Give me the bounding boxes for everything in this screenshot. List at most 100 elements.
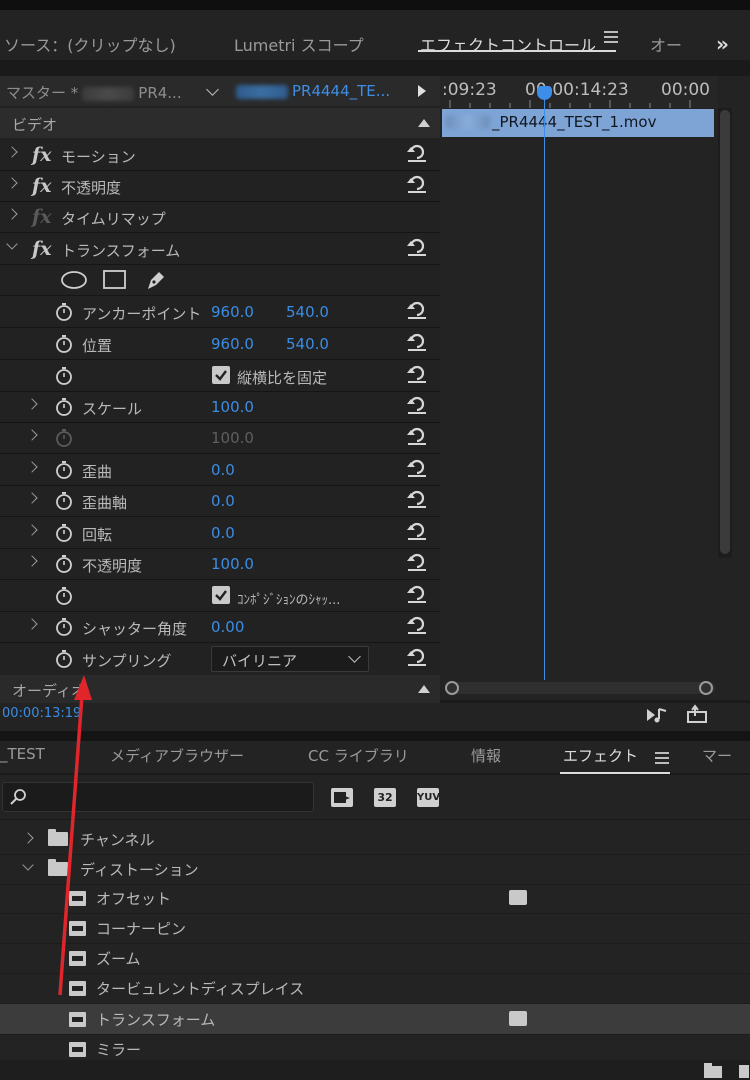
anchor-x-value[interactable]: 960.0 <box>211 303 254 321</box>
list-item-selected[interactable]: トランスフォーム <box>0 1004 750 1035</box>
tab-media-browser[interactable]: メディアブラウザー <box>110 745 244 766</box>
scale-value[interactable]: 100.0 <box>211 398 254 416</box>
tab-effect-controls[interactable]: エフェクトコントロール <box>420 32 596 56</box>
chevron-right-icon[interactable] <box>26 461 38 473</box>
collapse-up-icon[interactable] <box>418 685 430 693</box>
anchor-y-value[interactable]: 540.0 <box>286 303 329 321</box>
position-x-value[interactable]: 960.0 <box>211 335 254 353</box>
stopwatch-icon[interactable] <box>55 586 73 606</box>
skew-value[interactable]: 0.0 <box>211 461 235 479</box>
chevron-right-icon[interactable] <box>26 555 38 567</box>
rotation-value[interactable]: 0.0 <box>211 524 235 542</box>
tab-effects[interactable]: エフェクト <box>563 745 638 766</box>
zoom-handle-right[interactable] <box>699 681 713 695</box>
chevron-down-icon[interactable] <box>6 238 18 250</box>
list-item[interactable]: コーナーピン <box>0 913 750 944</box>
stopwatch-icon[interactable] <box>55 397 73 417</box>
yuv-filter-button[interactable]: YUV <box>417 788 440 807</box>
trash-icon[interactable] <box>738 1062 750 1078</box>
horizontal-zoom-scrollbar[interactable] <box>445 681 715 695</box>
stopwatch-icon[interactable] <box>55 366 73 386</box>
32bit-filter-button[interactable]: 32 <box>374 788 396 807</box>
more-tabs-icon[interactable]: » <box>716 32 729 56</box>
reset-icon[interactable] <box>406 615 428 635</box>
reset-icon[interactable] <box>406 237 428 257</box>
list-item[interactable]: ズーム <box>0 943 750 974</box>
stopwatch-icon[interactable] <box>55 554 73 574</box>
reset-icon[interactable] <box>406 552 428 572</box>
reset-icon[interactable] <box>406 489 428 509</box>
tab-markers-overflow[interactable]: マー <box>702 745 732 766</box>
list-item[interactable]: オフセット <box>0 883 750 914</box>
tab-cc-libraries[interactable]: CC ライブラリ <box>308 745 409 766</box>
zoom-handle-left[interactable] <box>445 681 459 695</box>
tab-project[interactable]: _TEST <box>0 745 45 763</box>
comp-shutter-checkbox[interactable] <box>212 586 230 604</box>
reset-icon[interactable] <box>406 364 428 384</box>
effect-row-transform[interactable]: fx トランスフォーム <box>0 233 440 265</box>
list-item-channel-folder[interactable]: チャンネル <box>0 824 750 855</box>
shutter-angle-value[interactable]: 0.00 <box>211 618 244 636</box>
reset-icon[interactable] <box>406 426 428 446</box>
tab-info[interactable]: 情報 <box>471 745 501 766</box>
chevron-right-icon[interactable] <box>6 177 18 189</box>
rectangle-mask-icon[interactable] <box>102 269 128 291</box>
stopwatch-icon[interactable] <box>55 491 73 511</box>
timeline-clip[interactable]: _PR4444_TEST_1.mov <box>442 109 714 137</box>
position-y-value[interactable]: 540.0 <box>286 335 329 353</box>
reset-icon[interactable] <box>406 584 428 604</box>
panel-menu-icon[interactable] <box>604 31 618 43</box>
chevron-right-icon[interactable] <box>26 398 38 410</box>
master-clip-label[interactable]: マスター * PR4... <box>6 82 182 103</box>
chevron-right-icon[interactable] <box>26 492 38 504</box>
tab-source[interactable]: ソース：(クリップなし) <box>4 32 176 56</box>
export-icon[interactable] <box>686 704 710 724</box>
collapse-up-icon[interactable] <box>418 119 430 127</box>
stopwatch-icon[interactable] <box>55 649 73 669</box>
uniform-scale-checkbox[interactable] <box>212 366 230 384</box>
fx-icon[interactable]: fx <box>32 175 52 197</box>
reset-icon[interactable] <box>406 143 428 163</box>
current-timecode[interactable]: 00:00:13:19 <box>2 706 81 721</box>
reset-icon[interactable] <box>406 458 428 478</box>
stopwatch-icon[interactable] <box>55 460 73 480</box>
new-bin-icon[interactable] <box>702 1062 724 1078</box>
panel-menu-icon[interactable] <box>655 752 669 764</box>
accelerated-effects-filter-button[interactable] <box>331 788 353 807</box>
fx-icon[interactable]: fx <box>32 238 52 260</box>
stopwatch-icon[interactable] <box>55 523 73 543</box>
effect-row-motion[interactable]: fx モーション <box>0 139 440 171</box>
stopwatch-icon[interactable] <box>55 334 73 354</box>
list-item-distortion-folder[interactable]: ディストーション <box>0 854 750 885</box>
vertical-scroll-thumb[interactable] <box>720 110 730 554</box>
effects-search-input[interactable] <box>2 782 314 812</box>
chevron-right-icon[interactable] <box>6 146 18 158</box>
ellipse-mask-icon[interactable] <box>60 269 90 291</box>
list-item[interactable]: タービュレントディスプレイス <box>0 973 750 1004</box>
effect-row-time-remap[interactable]: fx タイムリマップ <box>0 201 440 233</box>
chevron-down-icon[interactable] <box>206 83 219 96</box>
chevron-down-icon[interactable] <box>22 859 34 871</box>
play-audio-icon[interactable] <box>646 706 670 724</box>
reset-icon[interactable] <box>406 174 428 194</box>
playhead-line[interactable] <box>544 90 545 680</box>
chevron-right-icon[interactable] <box>26 524 38 536</box>
reset-icon[interactable] <box>406 521 428 541</box>
sequence-clip-label[interactable]: PR4444_TE... <box>232 82 390 100</box>
reset-icon[interactable] <box>406 300 428 320</box>
play-triangle-icon[interactable] <box>418 85 426 97</box>
pen-mask-icon[interactable] <box>142 267 168 293</box>
chevron-right-icon[interactable] <box>26 429 38 441</box>
stopwatch-icon[interactable] <box>55 302 73 322</box>
chevron-right-icon[interactable] <box>22 832 34 844</box>
opacity-value[interactable]: 100.0 <box>211 555 254 573</box>
effect-row-opacity[interactable]: fx 不透明度 <box>0 170 440 202</box>
tab-audio-overflow[interactable]: オー <box>650 32 682 56</box>
sampling-select[interactable]: バイリニア <box>211 646 369 672</box>
reset-icon[interactable] <box>406 647 428 667</box>
stopwatch-icon[interactable] <box>55 617 73 637</box>
reset-icon[interactable] <box>406 395 428 415</box>
chevron-right-icon[interactable] <box>26 618 38 630</box>
skew-axis-value[interactable]: 0.0 <box>211 492 235 510</box>
fx-icon[interactable]: fx <box>32 144 52 166</box>
